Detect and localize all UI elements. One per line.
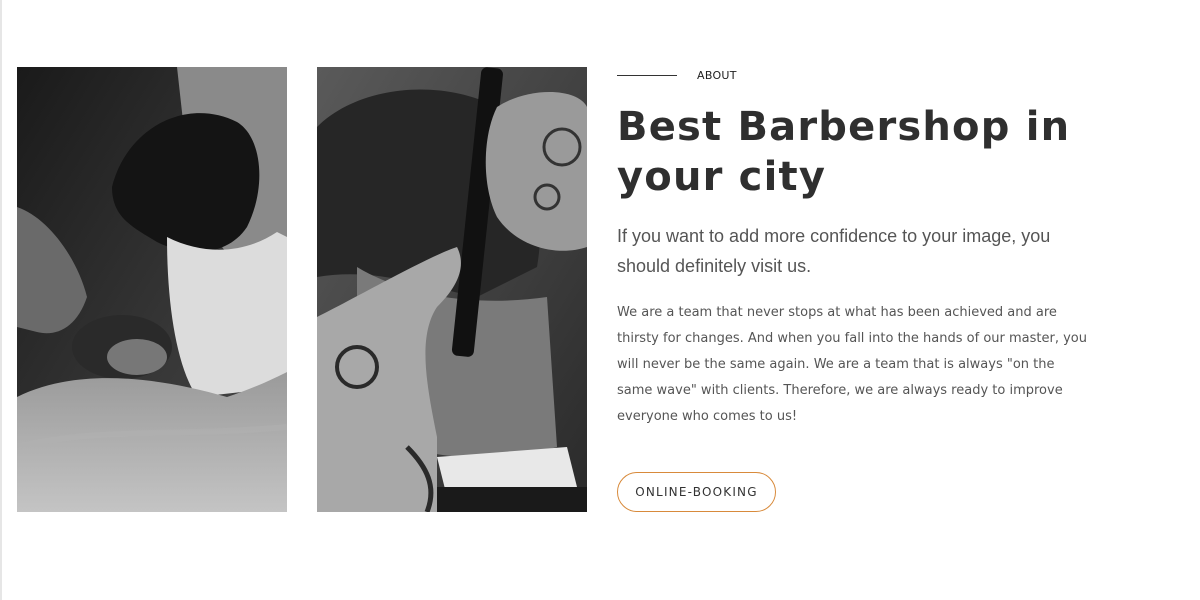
- eyebrow-label: ABOUT: [697, 68, 737, 82]
- page-title: Best Barbershop in your city: [617, 104, 1071, 200]
- online-booking-button[interactable]: ONLINE-BOOKING: [617, 472, 776, 512]
- eyebrow-line: [617, 74, 677, 76]
- page-left-border: [0, 0, 2, 600]
- beard-shave-photo: [17, 67, 287, 512]
- body-text: We are a team that never stops at what h…: [617, 305, 1087, 424]
- section-eyebrow: ABOUT: [617, 67, 737, 83]
- lead-text: If you want to add more confidence to yo…: [617, 226, 1051, 276]
- haircut-photo: [317, 67, 587, 512]
